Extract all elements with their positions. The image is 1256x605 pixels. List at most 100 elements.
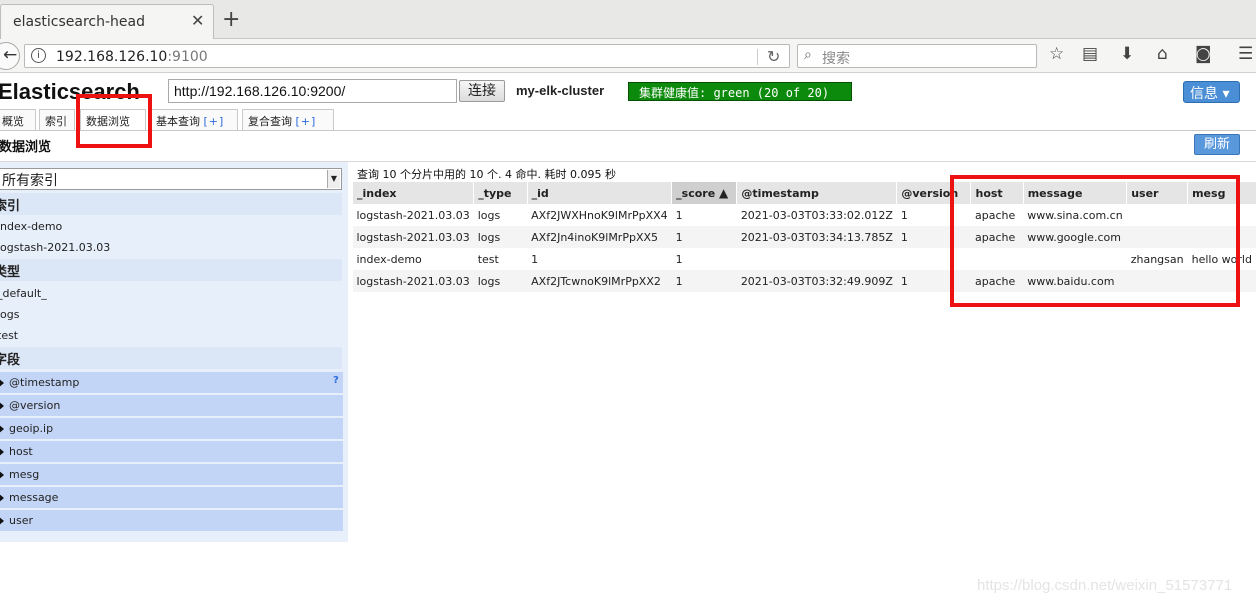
cluster-health-badge: 集群健康值: green (20 of 20) <box>628 82 852 101</box>
index-filter-item[interactable]: index-demo <box>0 216 342 237</box>
es-url-input[interactable]: http://192.168.126.10:9200/ <box>168 79 457 103</box>
address-bar[interactable]: i 192.168.126.10:9100 ↻ <box>24 44 790 68</box>
chevron-down-icon: ▼ <box>327 170 340 188</box>
search-input[interactable]: ⌕ 搜索 <box>797 44 1037 68</box>
url-host: 192.168.126.10 <box>56 49 168 65</box>
cell: 2021-03-03T03:33:02.012Z <box>740 208 893 222</box>
annotation-box-tab <box>76 94 152 148</box>
watermark: https://blog.csdn.net/weixin_51573771 <box>977 577 1233 594</box>
cell: AXf2Jn4inoK9lMrPpXX5 <box>527 226 672 248</box>
cell: logs <box>473 226 528 248</box>
tab-label: 概览 <box>2 115 24 128</box>
field-item-host[interactable]: host <box>0 441 343 462</box>
filter-sidebar: 所有索引 ▼ 索引 index-demo logstash-2021.03.03… <box>0 162 348 542</box>
cell: logstash-2021.03.03 <box>356 208 470 222</box>
field-item-geoip[interactable]: geoip.ip <box>0 418 343 439</box>
tab-label: 复合查询 <box>248 115 292 128</box>
menu-icon[interactable]: ☰ <box>1238 44 1253 64</box>
annotation-box-columns <box>950 175 1240 307</box>
column-header-id[interactable]: _id <box>526 182 672 204</box>
expand-triangle-icon <box>0 378 4 388</box>
info-menu-button[interactable]: 信息 ▾ <box>1183 81 1240 103</box>
url-separator <box>757 49 758 65</box>
column-header-score[interactable]: _score ▲ <box>671 182 737 204</box>
field-item-message[interactable]: message <box>0 487 343 508</box>
field-label: message <box>9 491 59 504</box>
cell: index-demo <box>356 252 422 266</box>
bookmark-star-icon[interactable]: ☆ <box>1049 44 1064 64</box>
cell: 1 <box>671 226 737 248</box>
expand-triangle-icon <box>0 516 4 526</box>
cell: 1 <box>531 252 539 266</box>
field-label: user <box>9 514 33 527</box>
browser-tab-bar: elasticsearch-head ✕ + <box>0 0 1256 39</box>
help-icon[interactable]: ? <box>333 375 339 386</box>
column-label: _score <box>676 187 716 200</box>
cell: 1 <box>675 208 683 222</box>
field-heading: 字段 <box>0 347 342 369</box>
connect-button[interactable]: 连接 <box>459 80 505 102</box>
url-port: :9100 <box>167 49 208 65</box>
query-summary: 查询 10 个分片中用的 10 个. 4 命中. 耗时 0.095 秒 <box>357 168 616 181</box>
cell: logstash-2021.03.03 <box>352 226 474 248</box>
cell: AXf2JTcwnoK9lMrPpXX2 <box>527 270 672 292</box>
new-tab-icon[interactable]: + <box>222 7 240 32</box>
column-header-timestamp[interactable]: @timestamp <box>736 182 897 204</box>
search-icon: ⌕ <box>804 47 812 63</box>
type-filter-item[interactable]: test <box>0 325 342 346</box>
cell: logs <box>477 208 501 222</box>
tab-basic-query[interactable]: 基本查询 [+] <box>150 109 238 130</box>
cell: 1 <box>675 252 683 266</box>
type-filter-item[interactable]: logs <box>0 304 342 325</box>
home-icon[interactable]: ⌂ <box>1157 44 1168 64</box>
reload-icon[interactable]: ↻ <box>767 47 780 66</box>
field-label: geoip.ip <box>9 422 54 435</box>
index-heading: 索引 <box>0 193 342 215</box>
expand-triangle-icon <box>0 424 4 434</box>
download-icon[interactable]: ⬇ <box>1120 44 1134 64</box>
add-query-link[interactable]: [+] <box>204 115 225 128</box>
cell <box>737 248 897 270</box>
cell: logstash-2021.03.03 <box>352 270 474 292</box>
cluster-name: my-elk-cluster <box>516 83 605 98</box>
field-item-version[interactable]: @version <box>0 395 343 416</box>
tab-label: 索引 <box>45 115 67 128</box>
type-heading: 类型 <box>0 259 342 281</box>
index-select-value: 所有索引 <box>2 173 58 189</box>
tab-compound-query[interactable]: 复合查询 [+] <box>242 109 334 130</box>
close-icon[interactable]: ✕ <box>191 11 204 30</box>
index-filter-item[interactable]: logstash-2021.03.03 <box>0 237 342 258</box>
tabs-divider <box>0 130 1256 131</box>
search-placeholder: 搜索 <box>822 51 850 67</box>
expand-triangle-icon <box>0 447 4 457</box>
field-item-timestamp[interactable]: @timestamp ? <box>0 372 343 393</box>
field-item-mesg[interactable]: mesg <box>0 464 343 485</box>
field-label: @version <box>9 399 61 412</box>
type-filter-item[interactable]: _default_ <box>0 283 342 304</box>
site-info-icon[interactable]: i <box>31 48 46 63</box>
section-title: 数据浏览 <box>0 140 52 155</box>
browser-tab[interactable]: elasticsearch-head ✕ <box>0 4 214 39</box>
sort-ascending-icon: ▲ <box>719 186 729 200</box>
expand-triangle-icon <box>0 470 4 480</box>
refresh-button[interactable]: 刷新 <box>1194 134 1240 155</box>
field-label: @timestamp <box>9 376 80 389</box>
field-label: mesg <box>9 468 40 481</box>
add-query-link[interactable]: [+] <box>296 115 317 128</box>
reading-list-icon[interactable]: ▤ <box>1082 44 1098 64</box>
tab-overview[interactable]: 概览 <box>0 109 36 130</box>
cell: 2021-03-03T03:34:13.785Z <box>736 226 897 248</box>
cell: logs <box>473 270 528 292</box>
column-header-type[interactable]: _type <box>473 182 528 204</box>
back-button[interactable]: ← <box>0 42 20 70</box>
column-header-index[interactable]: _index <box>351 182 474 204</box>
expand-triangle-icon <box>0 401 4 411</box>
index-select[interactable]: 所有索引 ▼ <box>0 168 342 190</box>
pocket-icon[interactable]: ◙ <box>1195 44 1212 64</box>
tab-indices[interactable]: 索引 <box>39 109 75 130</box>
tab-label: 基本查询 <box>156 115 200 128</box>
expand-triangle-icon <box>0 493 4 503</box>
cell: 1 <box>671 270 737 292</box>
cell: 2021-03-03T03:32:49.909Z <box>736 270 897 292</box>
field-item-user[interactable]: user <box>0 510 343 531</box>
